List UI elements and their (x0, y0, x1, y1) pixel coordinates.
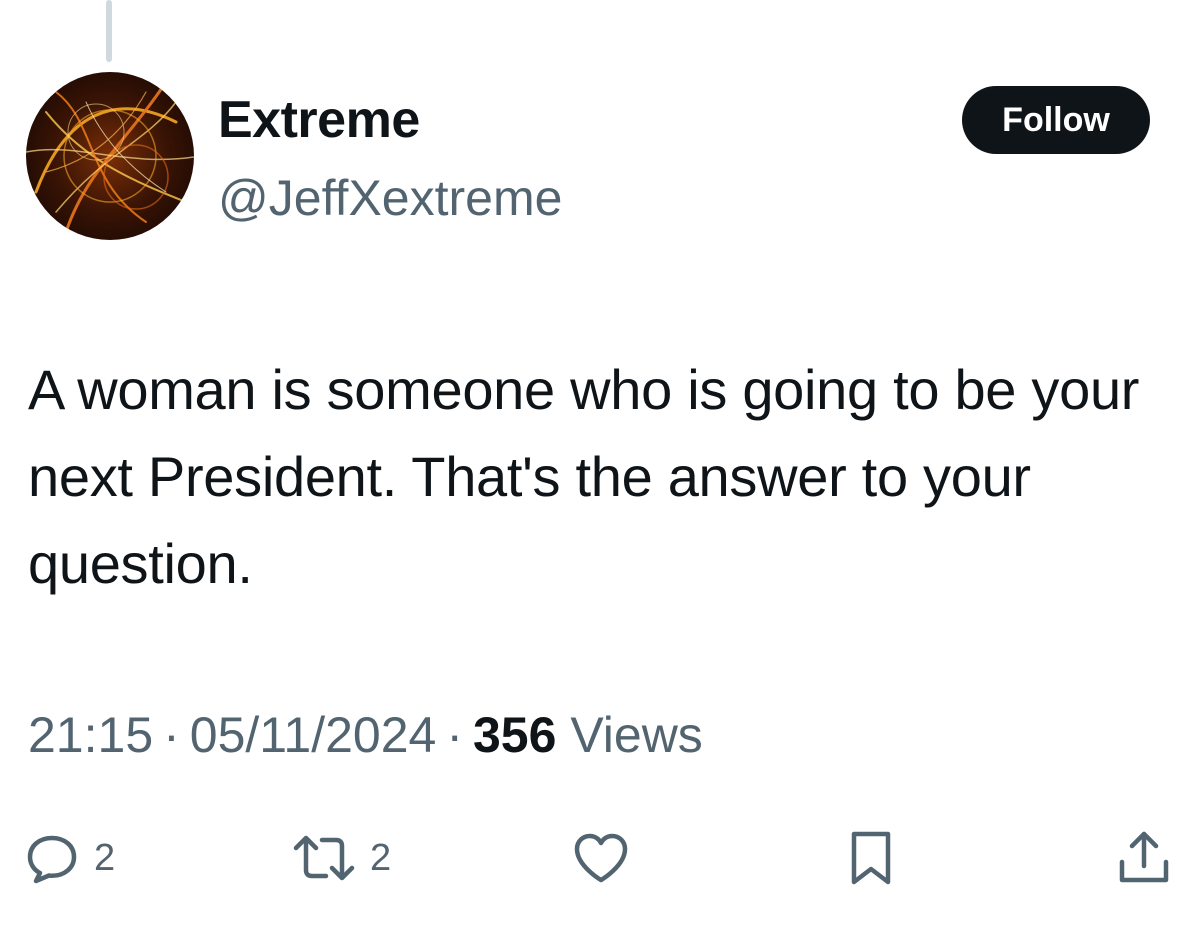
views-count: 356 (472, 707, 557, 763)
tweet-text: A woman is someone who is going to be yo… (28, 358, 1140, 595)
tweet-meta: 21:15 · 05/11/2024 · 356 Views (28, 698, 703, 772)
repost-arrows-icon (293, 835, 355, 881)
tweet-date[interactable]: 05/11/2024 (190, 707, 437, 763)
author-display-name[interactable]: Extreme (218, 88, 420, 152)
avatar[interactable] (26, 72, 194, 240)
follow-button[interactable]: Follow (962, 86, 1150, 154)
heart-icon (574, 833, 628, 883)
reply-bubble-icon (27, 835, 77, 884)
reply-count: 2 (94, 837, 116, 879)
repost-count: 2 (370, 837, 392, 879)
reply-button[interactable]: 2 (24, 826, 115, 890)
like-button[interactable] (572, 826, 630, 890)
tweet-time[interactable]: 21:15 (28, 707, 153, 763)
author-handle[interactable]: @JeffXextreme (218, 166, 562, 230)
views-label: Views (570, 707, 703, 763)
thread-connector-line (106, 0, 112, 62)
meta-separator: · (163, 707, 180, 763)
bookmark-icon (851, 831, 891, 885)
meta-separator: · (446, 707, 463, 763)
bookmark-button[interactable] (846, 826, 896, 890)
share-button[interactable] (1116, 826, 1172, 890)
fractal-avatar-icon (26, 72, 194, 240)
share-upload-icon (1119, 831, 1169, 883)
repost-button[interactable]: 2 (292, 826, 391, 890)
